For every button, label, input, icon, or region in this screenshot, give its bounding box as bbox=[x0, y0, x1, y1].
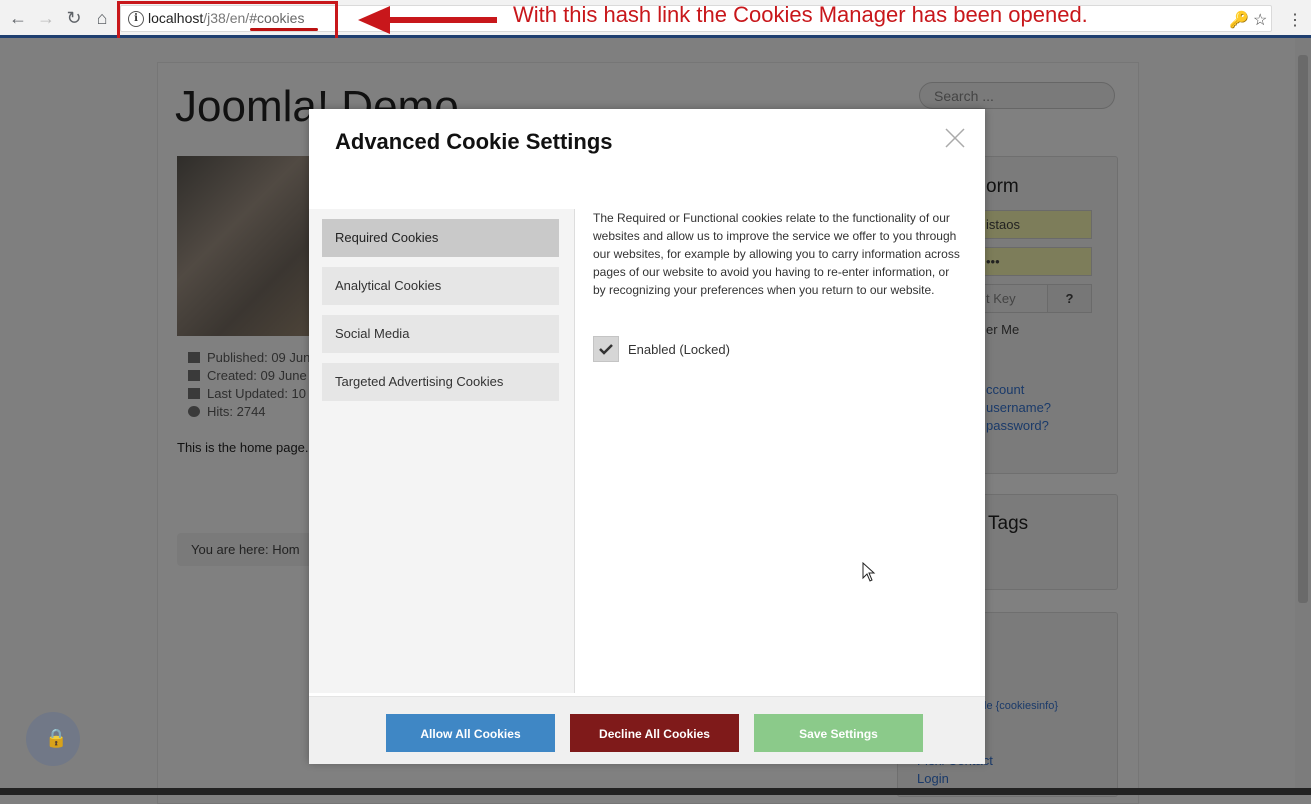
login-link[interactable]: Login bbox=[917, 771, 949, 786]
key-icon[interactable]: 🔑 bbox=[1229, 10, 1249, 30]
forgot-password-link[interactable]: password? bbox=[986, 418, 1049, 433]
published-text: Published: 09 Jun bbox=[207, 350, 311, 365]
updated-text: Last Updated: 10 bbox=[207, 386, 307, 401]
tab-social-media[interactable]: Social Media bbox=[322, 315, 559, 353]
home-text: This is the home page. bbox=[177, 440, 309, 455]
terminal-strip bbox=[0, 788, 1311, 795]
tab-analytical-cookies[interactable]: Analytical Cookies bbox=[322, 267, 559, 305]
breadcrumb: You are here: Hom bbox=[177, 533, 312, 566]
modal-footer: Allow All Cookies Decline All Cookies Sa… bbox=[309, 696, 985, 764]
hits-text: Hits: 2744 bbox=[207, 404, 266, 419]
modal-title: Advanced Cookie Settings bbox=[335, 129, 613, 154]
scrollbar-thumb[interactable] bbox=[1298, 55, 1308, 603]
username-value: istaos bbox=[986, 217, 1020, 232]
login-title: orm bbox=[986, 176, 1019, 197]
article-image bbox=[177, 156, 311, 336]
mouse-cursor-icon bbox=[862, 562, 876, 582]
category-description: The Required or Functional cookies relat… bbox=[593, 211, 960, 297]
secret-key-placeholder: t Key bbox=[986, 291, 1016, 306]
created-text: Created: 09 June bbox=[207, 368, 307, 383]
search-input[interactable]: Search ... bbox=[919, 82, 1115, 109]
published-meta: Published: 09 Jun bbox=[188, 350, 310, 365]
enabled-checkbox[interactable] bbox=[593, 336, 619, 362]
annotation-text: With this hash link the Cookies Manager … bbox=[513, 2, 1088, 27]
calendar-icon bbox=[188, 352, 200, 363]
eye-icon bbox=[188, 406, 200, 417]
cookie-manager-badge[interactable]: 🔒 bbox=[26, 712, 80, 766]
decline-all-button[interactable]: Decline All Cookies bbox=[570, 714, 739, 752]
tags-title: Tags bbox=[988, 513, 1029, 534]
password-value: ••• bbox=[986, 254, 1000, 269]
checkmark-icon bbox=[599, 344, 613, 355]
star-icon[interactable]: ☆ bbox=[1253, 10, 1267, 30]
calendar-icon bbox=[188, 388, 200, 399]
enabled-label: Enabled (Locked) bbox=[628, 342, 730, 357]
annotation-arrow-head bbox=[358, 6, 390, 34]
forward-icon[interactable]: → bbox=[36, 8, 56, 28]
hits-meta: Hits: 2744 bbox=[188, 404, 266, 419]
close-icon[interactable] bbox=[944, 127, 966, 149]
allow-all-button[interactable]: Allow All Cookies bbox=[386, 714, 555, 752]
tab-targeted-advertising[interactable]: Targeted Advertising Cookies bbox=[322, 363, 559, 401]
reload-icon[interactable]: ↻ bbox=[64, 8, 84, 28]
menu-icon[interactable]: ⋮ bbox=[1287, 10, 1303, 30]
cookie-settings-modal: Advanced Cookie Settings Required Cookie… bbox=[309, 109, 985, 764]
lock-icon: 🔒 bbox=[45, 728, 68, 748]
forgot-username-link[interactable]: username? bbox=[986, 400, 1051, 415]
home-icon[interactable]: ⌂ bbox=[92, 8, 112, 28]
save-settings-button[interactable]: Save Settings bbox=[754, 714, 923, 752]
cookiesinfo-link[interactable]: le {cookiesinfo} bbox=[984, 700, 1058, 712]
updated-meta: Last Updated: 10 bbox=[188, 386, 306, 401]
cookie-category-tabs: Required Cookies Analytical Cookies Soci… bbox=[309, 209, 575, 693]
remember-me-label: er Me bbox=[986, 322, 1020, 337]
back-icon[interactable]: ← bbox=[8, 8, 28, 28]
annotation-arrow bbox=[386, 17, 497, 23]
calendar-icon bbox=[188, 370, 200, 381]
help-icon[interactable]: ? bbox=[1047, 284, 1092, 313]
created-meta: Created: 09 June bbox=[188, 368, 307, 383]
tab-required-cookies[interactable]: Required Cookies bbox=[322, 219, 559, 257]
create-account-link[interactable]: ccount bbox=[986, 382, 1024, 397]
